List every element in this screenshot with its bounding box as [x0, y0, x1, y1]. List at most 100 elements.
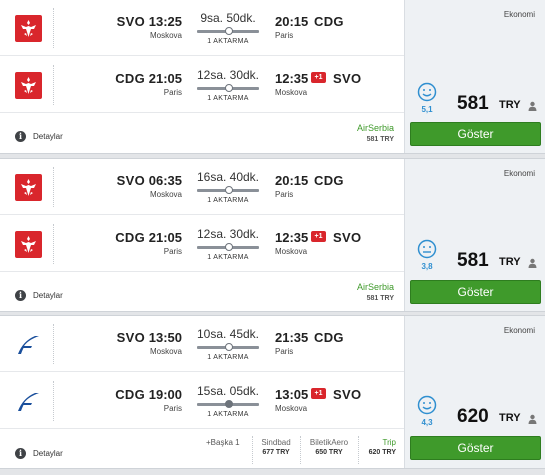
next-day-badge: +1 [311, 72, 326, 83]
stop-marker [225, 186, 233, 194]
agent-option[interactable]: Sindbad 677 TRY [256, 438, 296, 456]
stops-count: 1 AKTARMA [207, 197, 249, 204]
divider [252, 436, 253, 464]
outbound-leg: SVO 13:50 Moskova 10sa. 45dk. 1 AKTARMA … [0, 316, 404, 372]
departure-airport: SVO [116, 330, 145, 345]
itinerary: SVO 06:35 Moskova 16sa. 40dk. 1 AKTARMA … [0, 159, 404, 311]
divider [300, 436, 301, 464]
price-currency: TRY [499, 256, 521, 268]
person-icon [528, 414, 537, 424]
person-icon [528, 101, 537, 111]
result-card: SVO 06:35 Moskova 16sa. 40dk. 1 AKTARMA … [0, 158, 545, 312]
stops-count: 1 AKTARMA [207, 95, 249, 102]
agent-list: Sindbad 677 TRY BiletikAero 650 TRY Trip… [252, 436, 400, 468]
show-button[interactable]: Göster [410, 436, 541, 460]
price-amount: 581 [457, 250, 489, 271]
arrival-airport: SVO [333, 387, 362, 402]
cabin-class: Ekonomi [503, 169, 535, 178]
divider [53, 65, 54, 105]
arrival-time: 21:35 [275, 330, 309, 345]
show-button[interactable]: Göster [410, 280, 541, 304]
stop-marker [225, 243, 233, 251]
flight-duration: 12sa. 30dk. [196, 227, 260, 241]
departure-airport: SVO [116, 173, 145, 188]
agent-price: 620 TRY [368, 449, 396, 456]
more-agents-link[interactable]: +Başka 1 [206, 438, 240, 447]
departure-time: 19:00 [148, 387, 182, 402]
itinerary: SVO 13:25 Moskova 9sa. 50dk. 1 AKTARMA 2… [0, 0, 404, 153]
arrival-city: Moskova [275, 247, 308, 256]
departure-city: Paris [163, 247, 182, 256]
price-amount: 581 [457, 93, 489, 114]
agent-price: 677 TRY [262, 449, 290, 456]
agent-option[interactable]: BiletikAero 650 TRY [304, 438, 354, 456]
departure-airport: CDG [115, 230, 145, 245]
departure-time: 13:50 [148, 330, 182, 345]
airline-name[interactable]: AirSerbia [357, 123, 394, 133]
arrival-airport: SVO [333, 71, 362, 86]
arrival-city: Paris [275, 190, 294, 199]
details-link[interactable]: Detaylar [33, 449, 63, 458]
departure-airport: CDG [115, 387, 145, 402]
price-panel: Ekonomi 3,8 581 TRY Göster [404, 159, 545, 311]
info-icon[interactable]: i [15, 131, 26, 142]
cabin-class: Ekonomi [503, 10, 535, 19]
arrival-time: 12:35 [275, 71, 309, 86]
arrival-time: 12:35 [275, 230, 309, 245]
details-row: i Detaylar AirSerbia 581 TRY [0, 114, 404, 154]
departure-time: 06:35 [148, 173, 182, 188]
airserbia-logo [15, 15, 42, 42]
smiley-icon [417, 82, 437, 102]
rating-score: 5,1 [421, 105, 433, 114]
departure-airport: SVO [116, 14, 145, 29]
stop-marker [225, 27, 233, 35]
info-icon[interactable]: i [15, 290, 26, 301]
rating-score: 4,3 [421, 418, 433, 427]
arrival-city: Paris [275, 347, 294, 356]
smiley-icon [417, 395, 437, 415]
outbound-leg: SVO 13:25 Moskova 9sa. 50dk. 1 AKTARMA 2… [0, 0, 404, 56]
departure-airport: CDG [115, 71, 145, 86]
price-amount: 620 [457, 406, 489, 427]
airline-name[interactable]: AirSerbia [357, 282, 394, 292]
smiley-icon [417, 239, 437, 259]
details-link[interactable]: Detaylar [33, 132, 63, 141]
person-icon [528, 258, 537, 268]
result-card: SVO 13:50 Moskova 10sa. 45dk. 1 AKTARMA … [0, 315, 545, 469]
agent-option[interactable]: Trip 620 TRY [362, 438, 396, 456]
flight-duration: 10sa. 45dk. [196, 327, 260, 341]
return-leg: CDG 21:05 Paris 12sa. 30dk. 1 AKTARMA 12… [0, 57, 404, 113]
divider [53, 224, 54, 264]
stops-count: 1 AKTARMA [207, 38, 249, 45]
outbound-leg: SVO 06:35 Moskova 16sa. 40dk. 1 AKTARMA … [0, 159, 404, 215]
arrival-time: 20:15 [275, 14, 309, 29]
departure-time: 13:25 [148, 14, 182, 29]
divider [53, 324, 54, 364]
flight-duration: 16sa. 40dk. [196, 170, 260, 184]
flight-duration: 9sa. 50dk. [200, 11, 256, 25]
stops-count: 1 AKTARMA [207, 411, 249, 418]
return-leg: CDG 19:00 Paris 15sa. 05dk. 1 AKTARMA 13… [0, 373, 404, 429]
stops-count: 1 AKTARMA [207, 354, 249, 361]
departure-city: Moskova [149, 347, 182, 356]
divider [53, 167, 54, 207]
arrival-city: Moskova [275, 404, 308, 413]
airserbia-logo [15, 174, 42, 201]
arrival-city: Moskova [275, 88, 308, 97]
price-panel: Ekonomi 5,1 581 TRY Göster [404, 0, 545, 153]
departure-city: Paris [163, 404, 182, 413]
flight-duration: 12sa. 30dk. [196, 68, 260, 82]
stop-marker [225, 400, 233, 408]
airserbia-logo [15, 72, 42, 99]
finnair-logo [15, 388, 42, 415]
agent-name: Trip [382, 438, 396, 447]
details-row: i Detaylar AirSerbia 581 TRY [0, 273, 404, 313]
show-button[interactable]: Göster [410, 122, 541, 146]
arrival-airport: CDG [314, 14, 344, 29]
next-day-badge: +1 [311, 388, 326, 399]
divider [53, 8, 54, 48]
departure-time: 21:05 [148, 230, 182, 245]
arrival-airport: CDG [314, 173, 344, 188]
details-link[interactable]: Detaylar [33, 291, 63, 300]
info-icon[interactable]: i [15, 448, 26, 459]
